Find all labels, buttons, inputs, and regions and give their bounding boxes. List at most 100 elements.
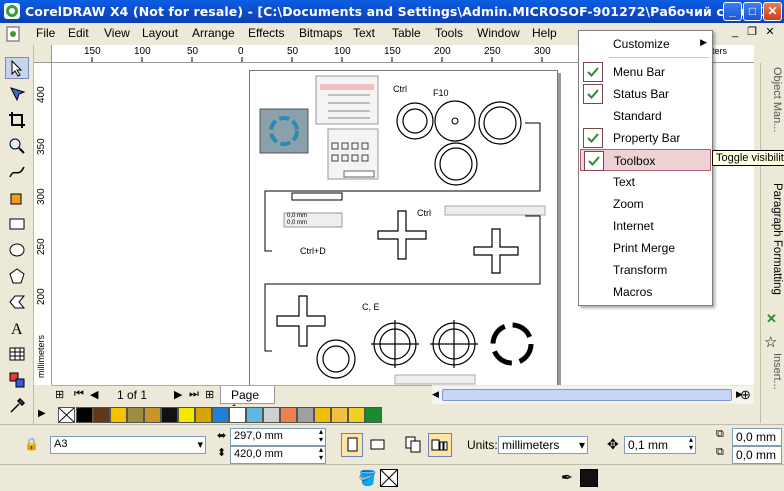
fill-none-swatch[interactable] xyxy=(380,469,398,487)
lock-icon[interactable]: 🔒 xyxy=(24,437,39,451)
basic-shapes-tool-icon[interactable] xyxy=(5,291,29,313)
maximize-button[interactable]: □ xyxy=(743,2,762,21)
rectangle-tool-icon[interactable] xyxy=(5,213,29,235)
crop-tool-icon[interactable] xyxy=(5,109,29,131)
table-tool-icon[interactable] xyxy=(5,343,29,365)
nudge-distance-field[interactable]: 0,1 mm ▴ ▾ xyxy=(624,436,696,454)
docker-tab-insert[interactable]: Insert... xyxy=(763,353,783,390)
color-swatch[interactable] xyxy=(280,407,297,423)
menu-item-print-merge[interactable]: Print Merge xyxy=(580,237,711,259)
eyedropper-tool-icon[interactable] xyxy=(5,395,29,417)
menu-item-macros[interactable]: Macros xyxy=(580,281,711,303)
doc-close-button[interactable]: ✕ xyxy=(762,25,778,41)
color-swatch[interactable] xyxy=(161,407,178,423)
duplicate-distance-y-field[interactable]: 0,0 mm xyxy=(732,446,782,464)
last-page-icon[interactable]: ⏭ xyxy=(189,388,199,401)
current-page-button[interactable] xyxy=(428,433,452,457)
ruler-origin[interactable] xyxy=(34,45,52,63)
zoom-navigator-icon[interactable]: ⊕ xyxy=(740,387,751,403)
menu-item-text[interactable]: Text xyxy=(580,171,711,193)
spinner-icon[interactable]: ▴ ▾ xyxy=(319,446,323,462)
color-swatch[interactable] xyxy=(297,407,314,423)
menu-edit[interactable]: Edit xyxy=(68,26,89,40)
menu-item-menu-bar[interactable]: Menu Bar xyxy=(580,61,711,83)
menu-window[interactable]: Window xyxy=(477,26,520,40)
smart-fill-tool-icon[interactable] xyxy=(5,187,29,209)
minimize-button[interactable]: _ xyxy=(723,2,742,21)
add-page-after-icon[interactable]: ⊞ xyxy=(205,388,214,401)
menu-file[interactable]: File xyxy=(36,26,55,40)
vertical-ruler[interactable]: 400 350 300 250 200 millimeters xyxy=(34,63,52,385)
menu-item-toolbox[interactable]: Toolbox xyxy=(580,149,711,171)
shape-tool-icon[interactable] xyxy=(5,83,29,105)
prev-page-icon[interactable]: ◀ xyxy=(90,388,98,401)
interactive-blend-tool-icon[interactable] xyxy=(5,369,29,391)
zoom-tool-icon[interactable] xyxy=(5,135,29,157)
portrait-button[interactable] xyxy=(341,433,363,457)
no-color-swatch[interactable] xyxy=(58,407,75,423)
menu-item-internet[interactable]: Internet xyxy=(580,215,711,237)
spinner-icon[interactable]: ▴ ▾ xyxy=(689,436,693,452)
menu-help[interactable]: Help xyxy=(532,26,557,40)
color-swatch[interactable] xyxy=(144,407,161,423)
color-swatch[interactable] xyxy=(263,407,280,423)
doc-minimize-button[interactable]: _ xyxy=(727,25,743,41)
next-page-icon[interactable]: ▶ xyxy=(174,388,182,401)
doc-restore-button[interactable]: ❐ xyxy=(744,25,760,41)
docker-tab-paragraph-formatting[interactable]: Paragraph Formatting xyxy=(763,183,783,295)
menu-item-transform[interactable]: Transform xyxy=(580,259,711,281)
color-swatch[interactable] xyxy=(314,407,331,423)
menu-arrange[interactable]: Arrange xyxy=(192,26,235,40)
menu-bitmaps[interactable]: Bitmaps xyxy=(299,26,342,40)
color-swatch[interactable] xyxy=(246,407,263,423)
page-height-field[interactable]: 420,0 mm ▴ ▾ xyxy=(230,446,326,464)
menu-table[interactable]: Table xyxy=(392,26,421,40)
scroll-left-icon[interactable]: ◀ xyxy=(432,389,439,400)
ellipse-tool-icon[interactable] xyxy=(5,239,29,261)
menu-tools[interactable]: Tools xyxy=(435,26,463,40)
spinner-icon[interactable]: ▴ ▾ xyxy=(319,428,323,444)
landscape-button[interactable] xyxy=(367,433,389,457)
horizontal-scrollbar[interactable]: ◀ ▶ xyxy=(432,386,754,404)
units-select[interactable]: millimeters ▾ xyxy=(498,436,588,454)
color-swatch[interactable] xyxy=(212,407,229,423)
scroll-thumb[interactable] xyxy=(442,389,732,401)
page-tab[interactable]: Page 1 xyxy=(220,386,275,416)
menu-item-customize[interactable]: Customize ▶ xyxy=(580,33,711,55)
color-swatch[interactable] xyxy=(178,407,195,423)
menu-item-standard[interactable]: Standard xyxy=(580,105,711,127)
menu-effects[interactable]: Effects xyxy=(248,26,284,40)
freehand-tool-icon[interactable] xyxy=(5,161,29,183)
menu-item-property-bar[interactable]: Property Bar xyxy=(580,127,711,149)
color-swatch[interactable] xyxy=(348,407,365,423)
menu-item-status-bar[interactable]: Status Bar xyxy=(580,83,711,105)
pick-tool-icon[interactable] xyxy=(5,57,29,79)
color-swatch[interactable] xyxy=(229,407,246,423)
outline-color-swatch[interactable] xyxy=(580,469,598,487)
close-button[interactable]: ✕ xyxy=(763,2,782,21)
text-tool-icon[interactable]: A xyxy=(5,317,29,339)
color-swatch[interactable] xyxy=(76,407,93,423)
paper-size-select[interactable]: A3 ▾ xyxy=(50,436,206,454)
docker-close-icon[interactable]: ✕ xyxy=(766,311,777,327)
menu-view[interactable]: View xyxy=(104,26,130,40)
color-swatch[interactable] xyxy=(365,407,382,423)
menu-layout[interactable]: Layout xyxy=(142,26,178,40)
all-pages-button[interactable] xyxy=(403,433,425,457)
drawing-page[interactable]: Ctrl F10 Ctrl Ctrl+D C, E 0,0 mm 0,0 mm xyxy=(249,70,558,385)
add-page-icon[interactable]: ⊞ xyxy=(55,388,64,401)
menu-text[interactable]: Text xyxy=(353,26,375,40)
color-swatch[interactable] xyxy=(331,407,348,423)
polygon-tool-icon[interactable] xyxy=(5,265,29,287)
document-icon[interactable] xyxy=(6,26,20,42)
menu-item-zoom[interactable]: Zoom xyxy=(580,193,711,215)
color-swatch[interactable] xyxy=(195,407,212,423)
duplicate-distance-x-field[interactable]: 0,0 mm xyxy=(732,428,782,446)
color-swatch[interactable] xyxy=(127,407,144,423)
docker-tab-object-manager[interactable]: Object Man... xyxy=(763,67,783,132)
color-swatch[interactable] xyxy=(110,407,127,423)
color-swatch[interactable] xyxy=(93,407,110,423)
page-width-field[interactable]: 297,0 mm ▴ ▾ xyxy=(230,428,326,446)
coreldraw-app-icon[interactable] xyxy=(4,3,20,19)
palette-scroll-icon[interactable]: ▶ xyxy=(38,408,46,419)
